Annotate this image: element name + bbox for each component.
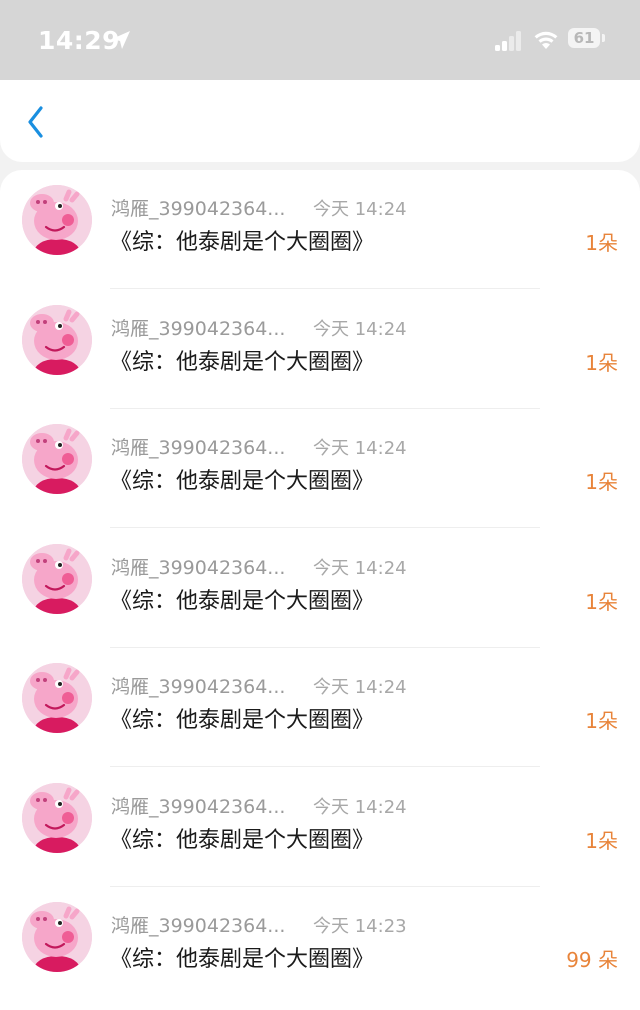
username: 鸿雁_399042364... bbox=[111, 198, 286, 220]
timestamp: 今天 14:24 bbox=[313, 318, 407, 340]
avatar[interactable] bbox=[22, 663, 92, 733]
timestamp: 今天 14:24 bbox=[313, 677, 407, 698]
gift-record-list: 鸿雁_399042364... 今天 14:24 《综：他泰剧是个大圈圈》 1朵 鸿雁_… bbox=[0, 170, 640, 1010]
navigation-bar bbox=[0, 80, 640, 162]
timestamp: 今天 14:24 bbox=[313, 557, 407, 579]
username: 鸿雁_399042364... bbox=[111, 915, 286, 937]
avatar[interactable] bbox=[22, 424, 92, 494]
cellular-signal-icon bbox=[495, 31, 521, 51]
book-title: 《综：他泰剧是个大圈圈》 bbox=[110, 469, 375, 494]
book-title: 《综：他泰剧是个大圈圈》 bbox=[110, 588, 375, 614]
wifi-icon bbox=[534, 31, 558, 49]
username: 鸿雁_399042364... bbox=[111, 437, 286, 459]
book-title: 《综：他泰剧是个大圈圈》 bbox=[110, 947, 375, 972]
flower-amount: 1朵 bbox=[585, 231, 618, 255]
timestamp: 今天 14:24 bbox=[313, 438, 407, 459]
timestamp: 今天 14:23 bbox=[313, 916, 407, 937]
username: 鸿雁_399042364... bbox=[111, 676, 286, 698]
chevron-left-icon bbox=[28, 106, 43, 138]
list-item[interactable]: 鸿雁_399042364... 今天 14:24 《综：他泰剧是个大圈圈》 1朵 bbox=[0, 290, 640, 409]
book-title: 《综：他泰剧是个大圈圈》 bbox=[110, 708, 375, 733]
avatar[interactable] bbox=[22, 543, 92, 614]
list-item[interactable]: 鸿雁_399042364... 今天 14:24 《综：他泰剧是个大圈圈》 1朵 bbox=[0, 170, 640, 289]
status-time: 14:29 bbox=[38, 26, 121, 55]
flower-amount: 1朵 bbox=[585, 470, 618, 494]
avatar[interactable] bbox=[22, 902, 92, 972]
flower-amount: 1朵 bbox=[585, 709, 618, 733]
flower-amount: 1朵 bbox=[585, 589, 618, 614]
timestamp: 今天 14:24 bbox=[313, 199, 407, 220]
avatar[interactable] bbox=[22, 782, 92, 853]
book-title: 《综：他泰剧是个大圈圈》 bbox=[110, 230, 375, 255]
list-item[interactable]: 鸿雁_399042364... 今天 14:24 《综：他泰剧是个大圈圈》 1朵 bbox=[0, 648, 640, 767]
flower-amount: 1朵 bbox=[585, 350, 618, 375]
username: 鸿雁_399042364... bbox=[111, 556, 286, 579]
book-title: 《综：他泰剧是个大圈圈》 bbox=[110, 349, 375, 375]
username: 鸿雁_399042364... bbox=[111, 317, 286, 340]
battery-level: 61 bbox=[568, 28, 600, 48]
list-item[interactable]: 鸿雁_399042364... 今天 14:24 《综：他泰剧是个大圈圈》 1朵 bbox=[0, 768, 640, 887]
flower-amount: 99 朵 bbox=[566, 948, 618, 972]
book-title: 《综：他泰剧是个大圈圈》 bbox=[110, 827, 375, 853]
username: 鸿雁_399042364... bbox=[111, 795, 286, 818]
location-arrow-icon bbox=[112, 31, 130, 49]
battery-tip bbox=[602, 34, 605, 42]
avatar[interactable] bbox=[22, 185, 92, 255]
status-bar: 14:29 61 bbox=[0, 0, 640, 80]
avatar[interactable] bbox=[22, 304, 92, 375]
timestamp: 今天 14:24 bbox=[313, 796, 407, 818]
list-item[interactable]: 鸿雁_399042364... 今天 14:24 《综：他泰剧是个大圈圈》 1朵 bbox=[0, 409, 640, 528]
list-item[interactable]: 鸿雁_399042364... 今天 14:23 《综：他泰剧是个大圈圈》 99 朵 bbox=[0, 887, 640, 1006]
back-button[interactable] bbox=[16, 100, 56, 144]
battery-icon: 61 bbox=[568, 28, 606, 50]
flower-amount: 1朵 bbox=[585, 828, 618, 853]
list-item[interactable]: 鸿雁_399042364... 今天 14:24 《综：他泰剧是个大圈圈》 1朵 bbox=[0, 529, 640, 648]
